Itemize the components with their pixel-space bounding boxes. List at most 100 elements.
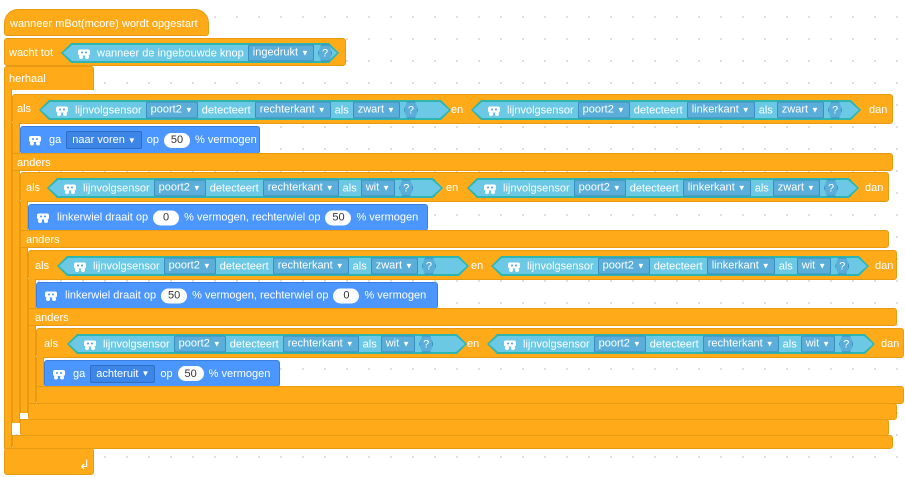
wheel-speed-block-2[interactable]: linkerwiel draait op 50 % vermogen, rech… (36, 282, 438, 309)
direction-dropdown[interactable]: naar voren ▼ (66, 131, 142, 149)
question-slot[interactable]: ? (318, 45, 332, 62)
side-dropdown[interactable]: linkerkant ▼ (683, 180, 751, 197)
side-value: rechterkant (259, 103, 315, 116)
question-slot[interactable]: ? (839, 336, 853, 353)
side-dropdown[interactable]: linkerkant ▼ (707, 258, 775, 275)
chevron-down-icon: ▼ (741, 105, 750, 115)
and-label: en (446, 182, 459, 194)
question-slot[interactable]: ? (422, 258, 436, 275)
and-operator-4-left[interactable]: lijnvolgsensor poort2 ▼ detecteert rechte… (67, 334, 467, 354)
side-dropdown[interactable]: rechterkant ▼ (283, 336, 359, 353)
side-dropdown[interactable]: rechterkant ▼ (263, 180, 339, 197)
color-dropdown[interactable]: zwart ▼ (371, 258, 418, 275)
move-forward-block[interactable]: ga naar voren ▼ op 50 % vermogen (20, 126, 260, 154)
question-slot[interactable]: ? (824, 180, 838, 197)
port-dropdown[interactable]: poort2 ▼ (174, 336, 226, 353)
chevron-down-icon: ▼ (405, 261, 413, 271)
if-else-1-head[interactable]: als lijnvolgsensor poort2 ▼ detecteert re… (12, 94, 893, 124)
question-slot[interactable]: ? (828, 102, 842, 119)
and-operator-3-right[interactable]: lijnvolgsensor poort2 ▼ detecteert linker… (491, 256, 869, 276)
move-backward-block[interactable]: ga achteruit ▼ op 50 % vermogen (44, 360, 280, 387)
robot-icon (61, 182, 79, 194)
question-slot[interactable]: ? (835, 258, 849, 275)
and-operator-1-right[interactable]: lijnvolgsensor poort2 ▼ detecteert linker… (471, 100, 861, 120)
port-value: poort2 (582, 103, 614, 116)
power-unit-label: % vermogen (364, 289, 427, 302)
port-dropdown[interactable]: poort2 ▼ (154, 180, 206, 197)
port-dropdown[interactable]: poort2 ▼ (146, 102, 198, 119)
color-dropdown[interactable]: wit ▼ (361, 180, 395, 197)
port-dropdown[interactable]: poort2 ▼ (598, 258, 650, 275)
side-dropdown[interactable]: linkerkant ▼ (687, 102, 755, 119)
sensor-label: lijnvolgsensor (83, 182, 150, 194)
and-operator-2-right[interactable]: lijnvolgsensor poort2 ▼ detecteert linker… (467, 178, 859, 198)
hat-block[interactable]: wanneer mBot(mcore) wordt opgestart (4, 9, 209, 36)
direction-dropdown[interactable]: achteruit ▼ (90, 364, 156, 383)
if-4-head[interactable]: als lijnvolgsensor poort2 ▼ detecteert re… (36, 328, 904, 358)
port-dropdown[interactable]: poort2 ▼ (574, 180, 626, 197)
question-slot[interactable]: ? (399, 180, 413, 197)
chevron-down-icon: ▼ (382, 183, 391, 193)
port-dropdown[interactable]: poort2 ▼ (164, 258, 216, 275)
repeat-block-top[interactable]: herhaal (4, 66, 94, 90)
direction-value: achteruit (96, 367, 139, 380)
left-wheel-input[interactable]: 50 (161, 288, 188, 303)
and-operator-1-left[interactable]: lijnvolgsensor poort2 ▼ detecteert rechte… (39, 100, 451, 120)
side-dropdown[interactable]: rechterkant ▼ (703, 336, 779, 353)
right-wheel-input[interactable]: 50 (325, 210, 352, 225)
and-operator-3-left[interactable]: lijnvolgsensor poort2 ▼ detecteert rechte… (57, 256, 469, 276)
color-dropdown[interactable]: wit ▼ (797, 258, 831, 275)
chevron-down-icon: ▼ (301, 48, 309, 58)
color-dropdown[interactable]: wit ▼ (801, 336, 835, 353)
robot-icon (485, 104, 503, 116)
robot-icon (75, 47, 93, 59)
and-label: en (471, 260, 484, 272)
loop-arrow-icon: ↲ (79, 457, 90, 472)
color-dropdown[interactable]: zwart ▼ (773, 180, 820, 197)
if-4-als: als (44, 338, 59, 350)
sensor-label: lijnvolgsensor (507, 104, 574, 116)
at-label: op (146, 134, 160, 146)
if-else-2-head[interactable]: als lijnvolgsensor poort2 ▼ detecteert re… (20, 172, 889, 202)
robot-icon (71, 260, 89, 272)
robot-icon (26, 134, 44, 146)
button-state-dropdown[interactable]: ingedrukt ▼ (248, 45, 314, 62)
sensor-label: lijnvolgsensor (527, 260, 594, 272)
port-dropdown[interactable]: poort2 ▼ (594, 336, 646, 353)
chevron-down-icon: ▼ (612, 183, 621, 193)
side-dropdown[interactable]: rechterkant ▼ (255, 102, 331, 119)
as-label: als (782, 338, 797, 350)
port-dropdown[interactable]: poort2 ▼ (578, 102, 630, 119)
as-label: als (362, 338, 377, 350)
color-dropdown[interactable]: zwart ▼ (777, 102, 824, 119)
side-dropdown[interactable]: rechterkant ▼ (273, 258, 349, 275)
chevron-down-icon: ▼ (632, 339, 641, 349)
chevron-down-icon: ▼ (202, 261, 211, 271)
if-2-als: als (26, 182, 41, 194)
chevron-down-icon: ▼ (184, 105, 193, 115)
color-value: wit (385, 337, 400, 350)
if-else-3-head[interactable]: als lijnvolgsensor poort2 ▼ detecteert re… (28, 250, 897, 280)
color-dropdown[interactable]: wit ▼ (381, 336, 415, 353)
left-wheel-input[interactable]: 0 (153, 210, 180, 225)
right-wheel-input[interactable]: 0 (333, 288, 360, 303)
chevron-down-icon: ▼ (761, 261, 770, 271)
and-operator-2-left[interactable]: lijnvolgsensor poort2 ▼ detecteert rechte… (47, 178, 443, 198)
and-operator-4-right[interactable]: lijnvolgsensor poort2 ▼ detecteert rechte… (487, 334, 875, 354)
button-sensor-reporter[interactable]: wanneer de ingebouwde knop ingedrukt ▼ ? (61, 43, 339, 63)
side-value: rechterkant (267, 181, 323, 194)
question-slot[interactable]: ? (404, 102, 418, 119)
else-label: anders (17, 157, 51, 169)
color-dropdown[interactable]: zwart ▼ (353, 102, 400, 119)
wait-until-block[interactable]: wacht tot wanneer de ingebouwde knop ing… (4, 38, 346, 66)
detects-label: detecteert (209, 182, 259, 194)
question-slot[interactable]: ? (419, 336, 433, 353)
power-input[interactable]: 50 (177, 366, 204, 381)
side-value: rechterkant (287, 337, 343, 350)
power-input[interactable]: 50 (164, 132, 191, 148)
wheel-speed-block-1[interactable]: linkerwiel draait op 0 % vermogen, recht… (28, 204, 428, 231)
detects-label: detecteert (219, 260, 269, 272)
detects-label: detecteert (229, 338, 279, 350)
side-value: rechterkant (707, 337, 763, 350)
direction-value: naar voren (72, 134, 125, 146)
